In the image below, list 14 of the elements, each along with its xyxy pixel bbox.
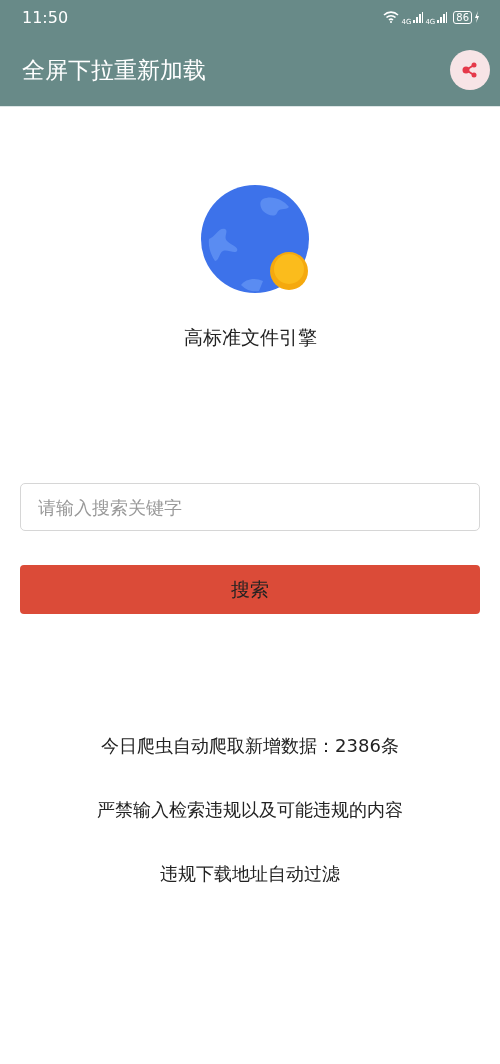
search-button[interactable]: 搜索 [20, 565, 480, 614]
notice-text: 违规下载地址自动过滤 [160, 862, 340, 886]
charging-icon [474, 11, 480, 23]
signal-icon [437, 11, 448, 23]
logo-caption: 高标准文件引擎 [183, 325, 317, 350]
notice-text: 严禁输入检索违规以及可能违规的内容 [97, 798, 403, 822]
notice-text: 今日爬虫自动爬取新增数据：2386条 [101, 734, 399, 758]
status-time: 11:50 [22, 7, 69, 27]
wifi-icon [383, 11, 400, 23]
battery-level: 86 [453, 10, 472, 24]
signal-icon [413, 11, 424, 23]
app-title: 全屏下拉重新加载 [22, 55, 206, 85]
search-field[interactable]: 请输入搜索关键字 [20, 483, 480, 531]
share-button[interactable] [450, 50, 490, 90]
